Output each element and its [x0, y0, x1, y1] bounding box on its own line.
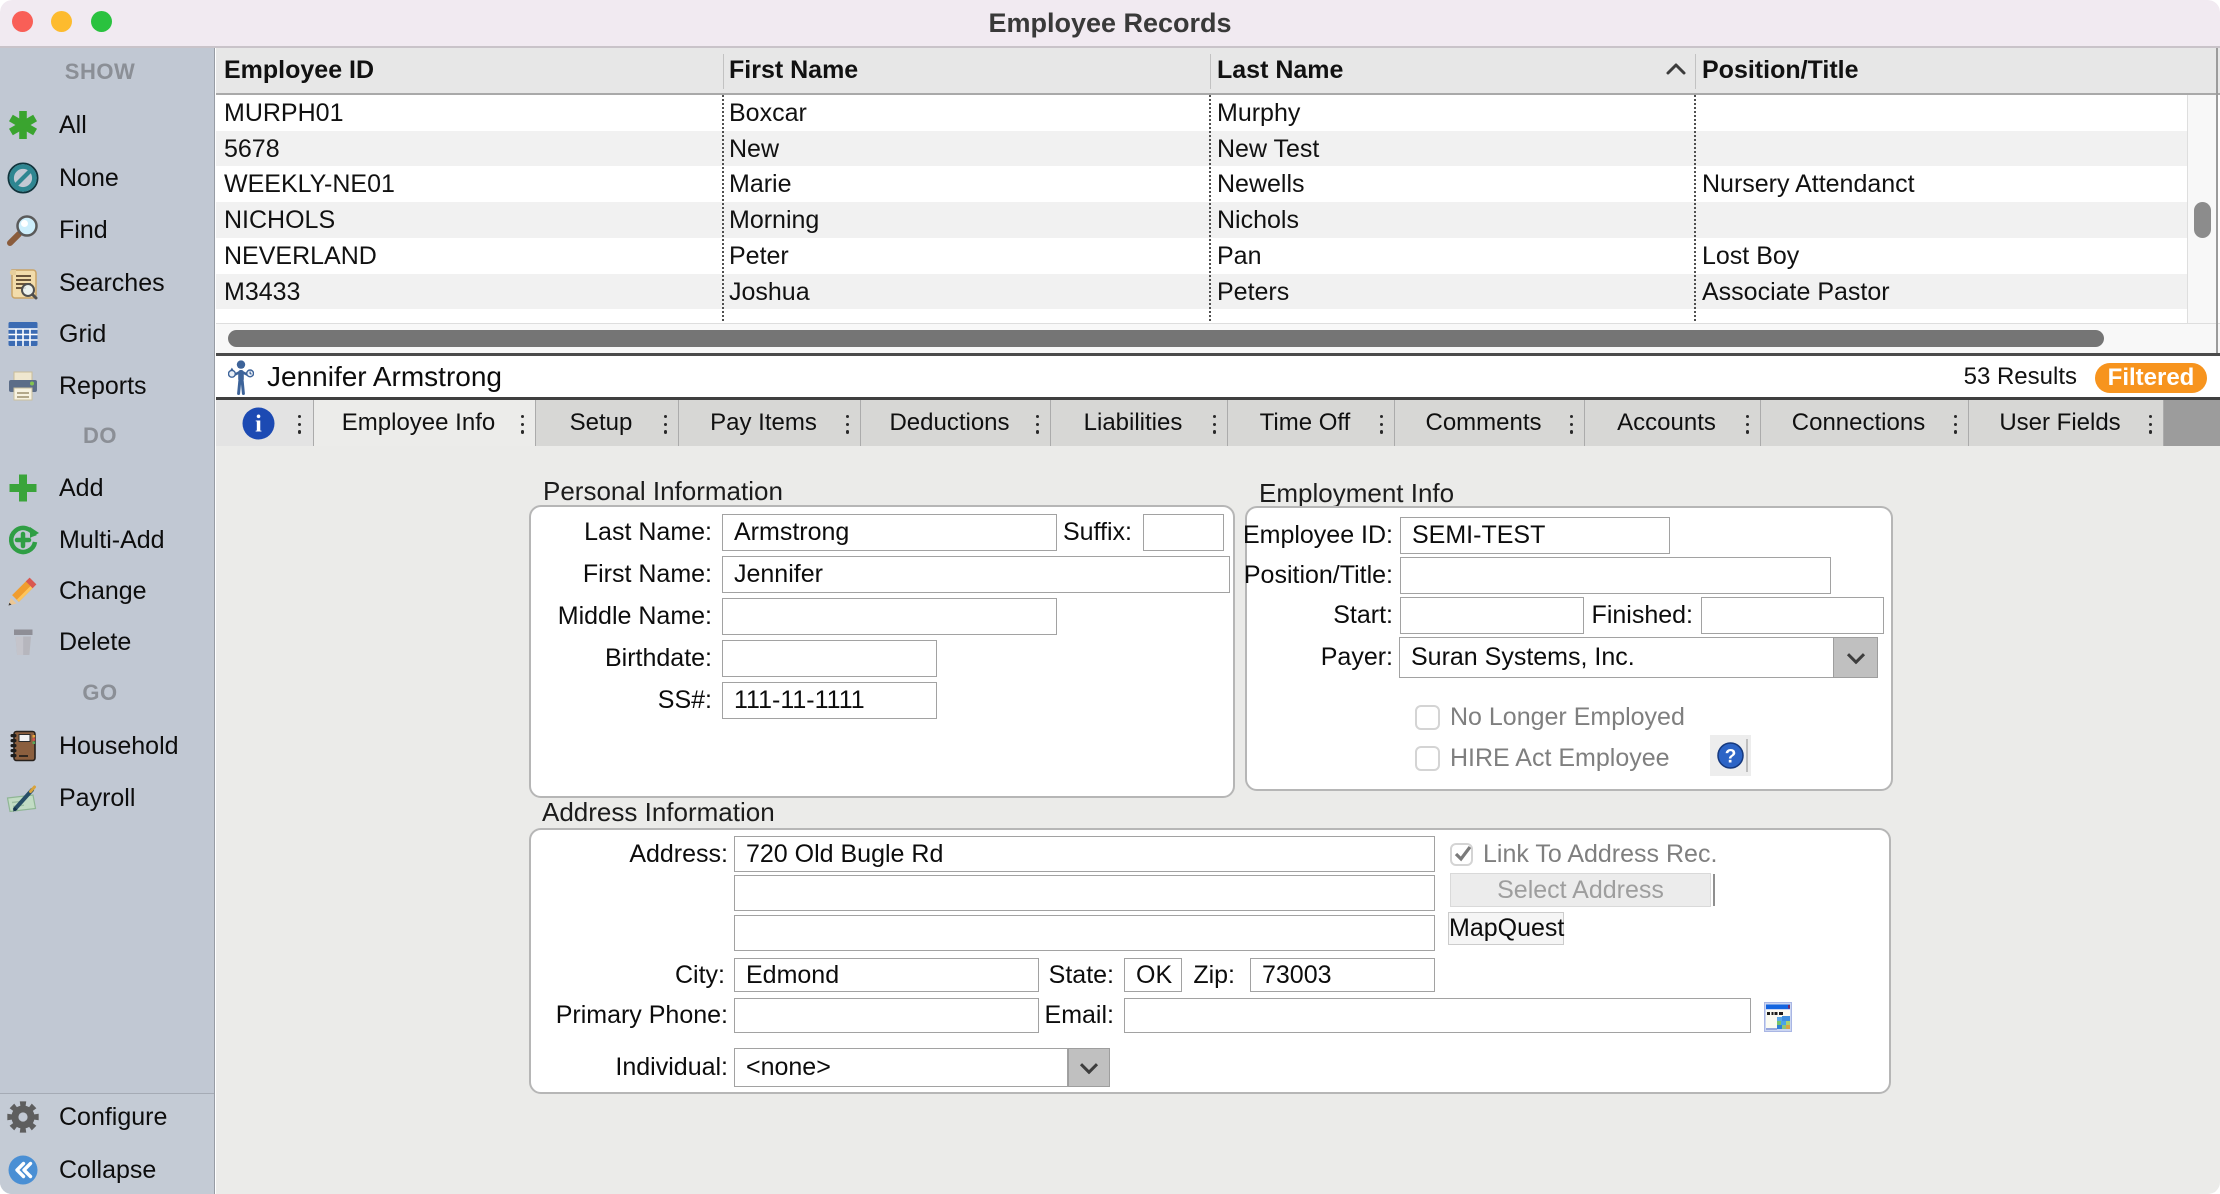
svg-text:i: i: [255, 412, 262, 438]
svg-text:?: ?: [1725, 747, 1737, 768]
